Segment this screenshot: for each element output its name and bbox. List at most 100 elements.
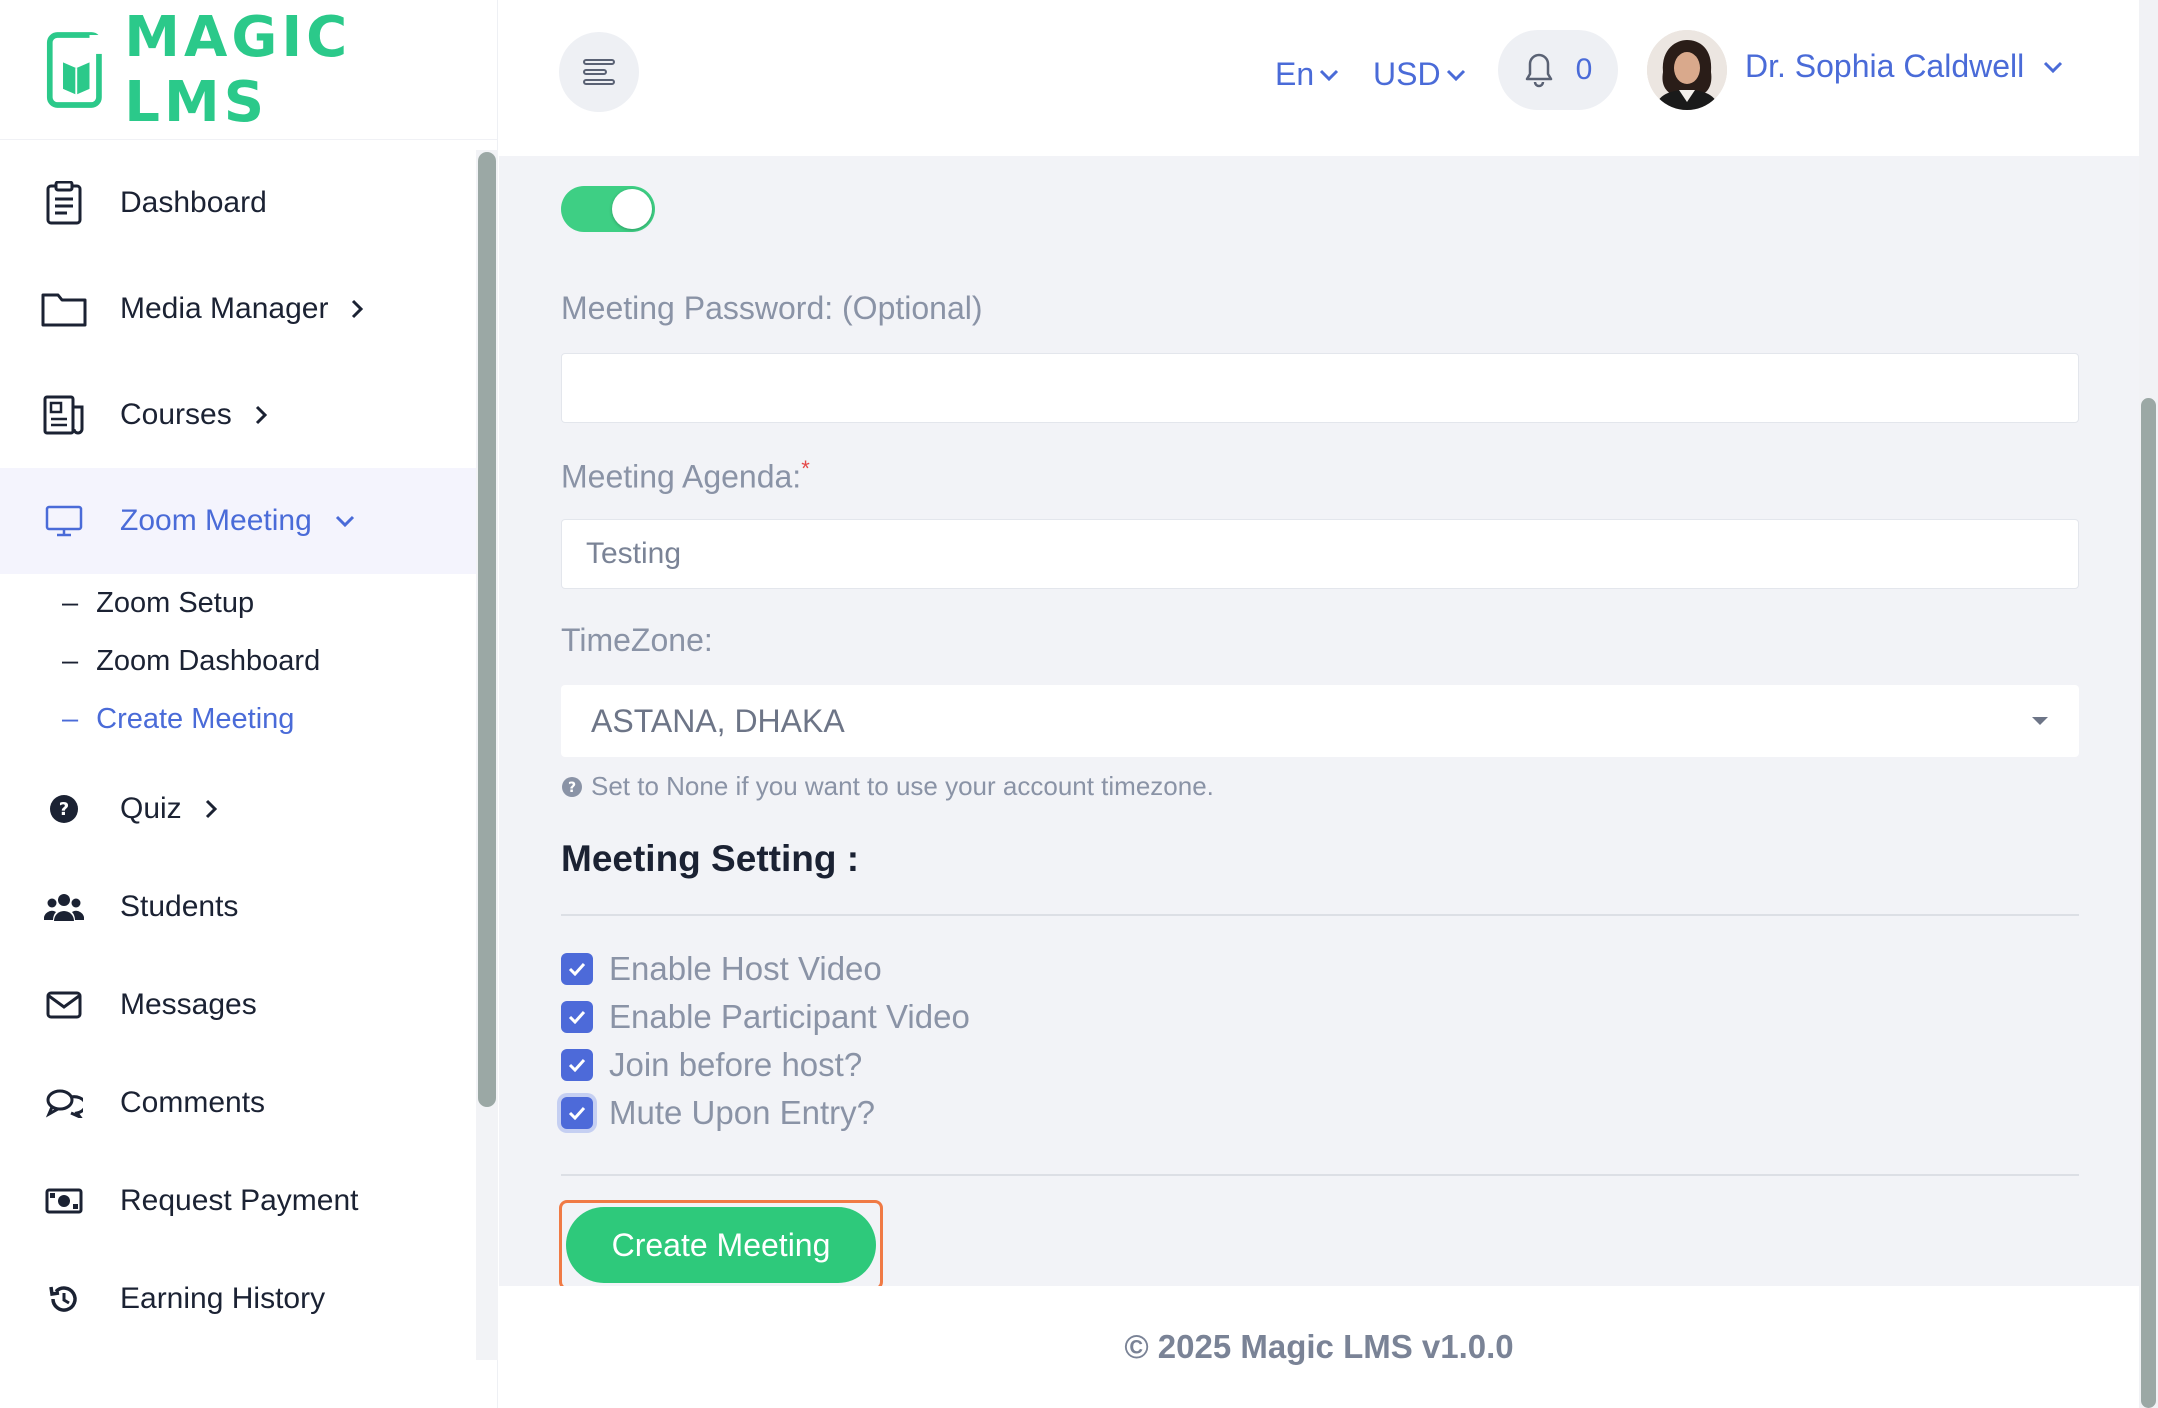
book-phone-icon [46,31,107,108]
sidebar-item-request-payment[interactable]: Request Payment [0,1152,478,1250]
timezone-selected-value: ASTANA, DHAKA [591,702,845,739]
meeting-password-label: Meeting Password: (Optional) [561,290,983,326]
brand-name: MAGIC LMS [124,4,352,135]
chevron-right-icon [350,297,374,321]
currency-selector[interactable]: USD [1373,56,1467,93]
sidebar-item-label: Courses [120,398,232,431]
chevron-down-icon [334,509,358,533]
create-meeting-button[interactable]: Create Meeting [566,1207,876,1283]
sidebar-nav: Dashboard Media Manager Courses Zoom Mee… [0,150,478,1348]
sidebar-item-students[interactable]: Students [0,858,478,956]
user-menu[interactable]: Dr. Sophia Caldwell [1745,48,2064,85]
bell-icon [1525,53,1552,88]
dash-marker: – [62,586,79,619]
checkbox-label: Enable Host Video [609,950,882,987]
sidebar-item-messages[interactable]: Messages [0,956,478,1054]
submenu-item-zoom-setup[interactable]: – Zoom Setup [62,574,478,632]
svg-text:?: ? [568,780,576,796]
page-scrollbar-thumb[interactable] [2141,398,2156,1408]
chevron-down-icon [1446,69,1465,81]
mute-upon-entry-checkbox[interactable]: Mute Upon Entry? [561,1094,875,1132]
newspaper-icon [40,391,88,439]
folder-icon [40,285,88,333]
sidebar: MAGIC LMS Dashboard Media Manager Course… [0,0,498,1408]
check-icon [568,1058,586,1072]
sidebar-item-comments[interactable]: Comments [0,1054,478,1152]
submenu-item-create-meeting[interactable]: – Create Meeting [62,690,478,748]
sidebar-item-dashboard[interactable]: Dashboard [0,150,478,256]
sidebar-scrollbar[interactable] [476,150,498,1360]
meeting-agenda-input[interactable] [561,519,2079,589]
create-meeting-button-highlight: Create Meeting [559,1200,883,1286]
timezone-label: TimeZone: [561,622,713,658]
sidebar-item-label: Messages [120,988,257,1021]
sidebar-item-label: Dashboard [120,186,267,219]
sidebar-scrollbar-thumb[interactable] [478,152,496,1107]
submenu-item-label: Create Meeting [96,702,295,735]
top-header: En USD 0 Dr. Sophia Caldwell [499,0,2139,156]
svg-text:?: ? [59,799,69,820]
monitor-icon [40,497,88,545]
meeting-password-input[interactable] [561,353,2079,423]
language-selector[interactable]: En [1275,56,1340,93]
meeting-toggle-switch[interactable] [561,186,655,232]
sidebar-item-label: Request Payment [120,1184,359,1217]
sidebar-item-zoom-meeting[interactable]: Zoom Meeting [0,468,478,574]
enable-host-video-checkbox[interactable]: Enable Host Video [561,950,882,988]
caret-down-icon [2032,717,2048,725]
sidebar-item-earning-history[interactable]: Earning History [0,1250,478,1348]
user-photo [1647,30,1727,110]
toggle-knob [612,189,652,229]
copyright-text: © 2025 Magic LMS v1.0.0 [1124,1328,1514,1365]
chevron-down-icon [1320,69,1339,81]
brand-logo[interactable]: MAGIC LMS [0,0,497,140]
meeting-agenda-label-text: Meeting Agenda: [561,458,802,495]
submenu-item-label: Zoom Setup [96,586,255,619]
dash-marker: – [62,702,79,735]
checkbox-label: Enable Participant Video [609,998,970,1035]
meeting-setting-title: Meeting Setting : [561,838,860,879]
sidebar-item-label: Media Manager [120,292,329,325]
sidebar-item-label: Earning History [120,1282,326,1315]
checkbox-checked[interactable] [561,1001,593,1033]
sidebar-item-label: Comments [120,1086,266,1119]
page-scrollbar[interactable] [2139,0,2158,1408]
timezone-hint: ? Set to None if you want to use your ac… [561,771,1214,802]
footer: © 2025 Magic LMS v1.0.0 [499,1286,2139,1408]
sidebar-item-media-manager[interactable]: Media Manager [0,256,478,362]
divider [561,914,2079,916]
question-circle-icon: ? [562,776,582,797]
divider [561,1174,2079,1176]
avatar[interactable] [1647,30,1727,110]
notifications-button[interactable]: 0 [1498,30,1618,110]
sidebar-item-quiz[interactable]: ? Quiz [0,760,478,858]
check-icon [568,1106,586,1120]
question-circle-icon: ? [40,785,88,833]
checkbox-label: Join before host? [609,1046,863,1083]
check-icon [568,962,586,976]
submenu-item-label: Zoom Dashboard [96,644,321,677]
chevron-right-icon [254,403,278,427]
zoom-submenu: – Zoom Setup – Zoom Dashboard – Create M… [0,574,478,748]
chevron-down-icon [2044,61,2063,73]
currency-value: USD [1373,56,1441,92]
required-marker: * [801,456,810,481]
submenu-item-zoom-dashboard[interactable]: – Zoom Dashboard [62,632,478,690]
checkbox-checked[interactable] [561,953,593,985]
sidebar-item-label: Students [120,890,239,923]
history-icon [40,1275,88,1323]
checkbox-checked[interactable] [561,1097,593,1129]
user-name: Dr. Sophia Caldwell [1745,48,2025,84]
checkbox-checked[interactable] [561,1049,593,1081]
check-icon [568,1010,586,1024]
chevron-right-icon [204,797,228,821]
menu-toggle-button[interactable] [559,32,639,112]
envelope-icon [40,981,88,1029]
create-meeting-form: Meeting Password: (Optional) Meeting Age… [499,156,2139,1286]
sidebar-item-courses[interactable]: Courses [0,362,478,468]
timezone-select[interactable]: ASTANA, DHAKA [561,685,2079,757]
meeting-agenda-label: Meeting Agenda:* [561,456,810,496]
join-before-host-checkbox[interactable]: Join before host? [561,1046,862,1084]
enable-participant-video-checkbox[interactable]: Enable Participant Video [561,998,970,1036]
dash-marker: – [62,644,79,677]
